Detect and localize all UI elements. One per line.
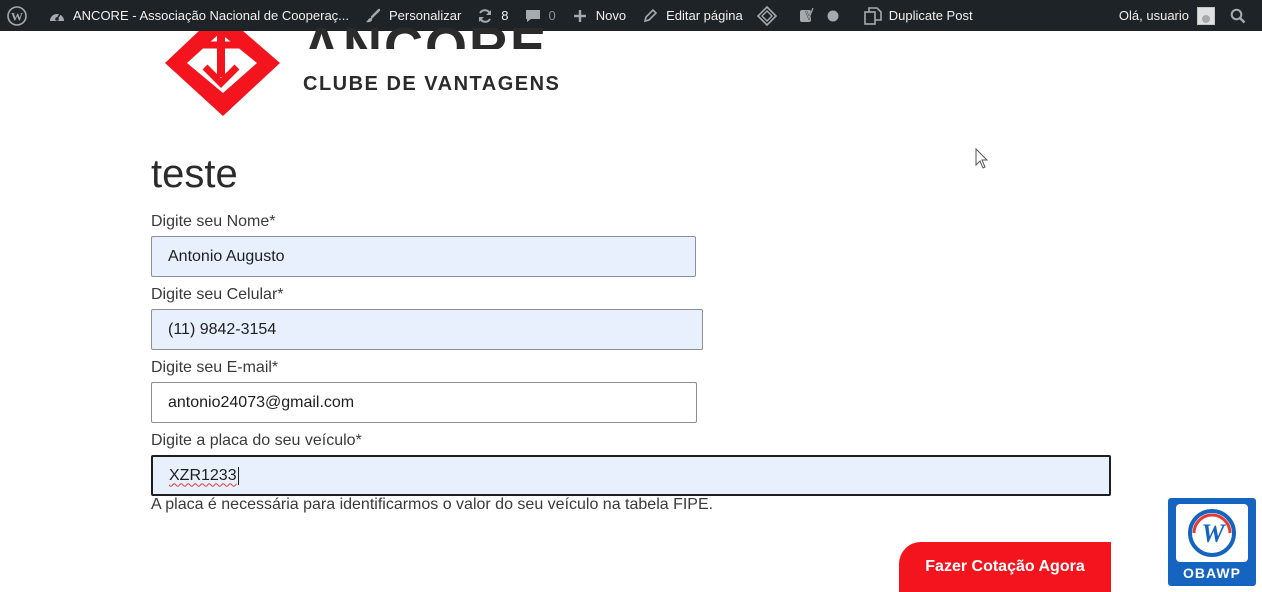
comments-count: 0 [548,8,556,23]
avatar [1197,6,1215,25]
mouse-cursor-icon [975,148,989,169]
duplicate-copy-icon [863,6,883,26]
name-label: Digite seu Nome* [151,213,276,230]
yoast-seo-menu[interactable] [790,0,856,31]
seo-status-dot-icon [823,6,843,26]
duplicate-post-link[interactable]: Duplicate Post [856,0,980,31]
wordpress-logo-menu[interactable]: W [0,0,40,31]
phone-value: (11) 9842-3154 [168,320,277,338]
logo-title: ANCORE [302,17,549,49]
name-value: Antonio Augusto [168,247,285,265]
new-content-menu[interactable]: Novo [563,0,633,31]
email-label: Digite seu E-mail* [151,359,279,376]
svg-text:W: W [11,9,23,23]
text-caret [237,466,239,485]
diamond-plugin-icon [756,5,777,26]
ancore-anchor-logo-icon [165,31,280,116]
avatar-head [1202,14,1210,23]
plate-label: Digite a placa do seu veículo* [151,432,362,449]
duplicate-post-label: Duplicate Post [888,8,973,23]
phone-input[interactable]: (11) 9842-3154 [151,309,703,350]
obawp-badge-label: OBAWP [1183,565,1241,581]
plate-value: XZR1233 [169,466,237,484]
logo-subtitle: CLUBE DE VANTAGENS [303,73,561,95]
wordpress-icon: W [7,5,27,26]
email-value: antonio24073@gmail.com [168,393,355,411]
plate-input[interactable]: XZR1233 [151,455,1111,496]
pencil-icon [640,6,660,26]
new-label: Novo [595,8,627,23]
admin-search-button[interactable] [1221,0,1262,31]
obawp-badge[interactable]: W OBAWP [1168,498,1256,586]
yoast-seo-icon [797,6,817,26]
greeting-label: Olá, usuario [1118,8,1189,23]
my-account-menu[interactable]: Olá, usuario [1112,0,1221,31]
search-icon [1228,6,1248,26]
email-input[interactable]: antonio24073@gmail.com [151,382,697,423]
site-logo[interactable]: ANCORE CLUBE DE VANTAGENS [165,17,605,116]
plugin-diamond-menu[interactable] [750,0,790,31]
edit-page-link[interactable]: Editar página [633,0,750,31]
phone-label: Digite seu Celular* [151,286,284,303]
name-input[interactable]: Antonio Augusto [151,236,696,277]
plus-icon [570,6,590,26]
obawp-w-logo-icon: W [1188,509,1236,557]
submit-quote-button[interactable]: Fazer Cotação Agora [899,542,1111,592]
edit-page-label: Editar página [666,8,743,23]
admin-bar: W ANCORE - Associação Nacional de Cooper… [0,0,1262,31]
plate-hint: A placa é necessária para identificarmos… [151,496,714,513]
obawp-logo-frame: W [1176,504,1248,562]
dashboard-gauge-icon [47,6,67,26]
svg-text:W: W [1201,519,1226,548]
page-title: teste [151,152,238,196]
